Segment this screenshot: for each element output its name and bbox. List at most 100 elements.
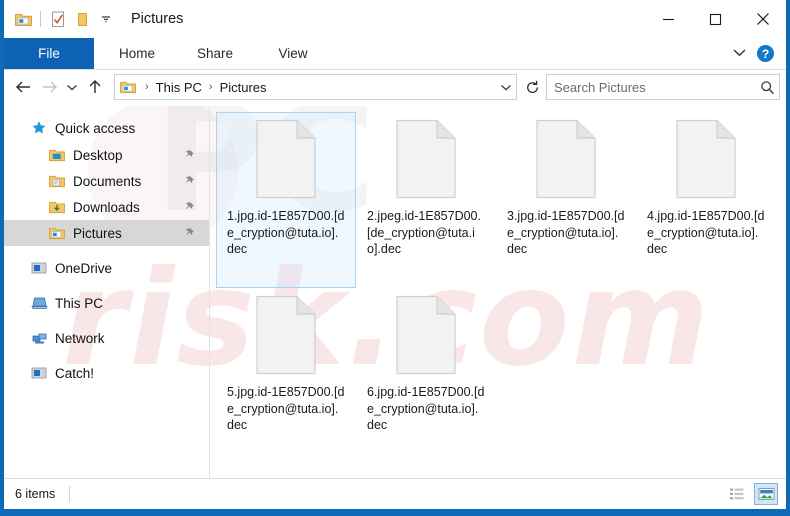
file-name: 4.jpg.id-1E857D00.[de_cryption@tuta.io].…	[647, 209, 765, 256]
file-name: 1.jpg.id-1E857D00.[de_cryption@tuta.io].…	[227, 209, 345, 256]
details-view-button[interactable]	[725, 483, 749, 505]
onedrive-icon	[30, 259, 48, 277]
sidebar-item-downloads[interactable]: Downloads	[4, 194, 209, 220]
properties-icon[interactable]	[47, 8, 69, 30]
up-button[interactable]	[82, 74, 108, 100]
tab-file[interactable]: File	[4, 38, 94, 69]
pin-icon[interactable]	[183, 149, 195, 161]
sidebar-item-label: This PC	[55, 295, 104, 311]
blank-document-icon	[535, 119, 597, 199]
breadcrumb[interactable]: › This PC › Pictures	[114, 74, 517, 100]
new-folder-icon[interactable]	[71, 8, 93, 30]
folder-downloads-icon	[48, 198, 66, 216]
file-name: 3.jpg.id-1E857D00.[de_cryption@tuta.io].…	[507, 209, 625, 256]
sidebar-item-label: Catch!	[55, 365, 95, 381]
ribbon-collapse-button[interactable]	[732, 45, 747, 63]
breadcrumb-separator-0: ›	[145, 81, 149, 93]
window-title: Pictures	[131, 11, 184, 27]
item-count: 6 items	[15, 487, 56, 501]
pin-icon[interactable]	[183, 227, 195, 239]
refresh-button[interactable]	[521, 75, 543, 99]
close-button[interactable]	[739, 0, 786, 38]
search-icon[interactable]	[755, 80, 779, 95]
file-item[interactable]: 4.jpg.id-1E857D00.[de_cryption@tuta.io].…	[636, 112, 776, 288]
sidebar-item-onedrive[interactable]: OneDrive	[4, 255, 209, 281]
file-item[interactable]: 1.jpg.id-1E857D00.[de_cryption@tuta.io].…	[216, 112, 356, 288]
file-item[interactable]: 6.jpg.id-1E857D00.[de_cryption@tuta.io].…	[356, 288, 496, 464]
window-inner: Pictures File Home Share View ? › This P…	[4, 0, 786, 509]
file-item[interactable]: 2.jpeg.id-1E857D00.[de_cryption@tuta.io]…	[356, 112, 496, 288]
drive-icon	[30, 364, 48, 382]
sidebar-item-quick-access[interactable]: Quick access	[4, 115, 209, 141]
folder-pictures-icon	[48, 224, 66, 242]
explorer-body: Quick access Desktop Documents Downloads…	[4, 106, 786, 478]
sidebar-item-label: Documents	[73, 173, 142, 189]
file-item[interactable]: 5.jpg.id-1E857D00.[de_cryption@tuta.io].…	[216, 288, 356, 464]
file-grid: 1.jpg.id-1E857D00.[de_cryption@tuta.io].…	[216, 112, 786, 464]
chevron-down-icon[interactable]	[95, 8, 117, 30]
title-bar: Pictures	[4, 0, 786, 38]
sidebar-item-label: Downloads	[73, 199, 140, 215]
blank-document-icon	[255, 119, 317, 199]
pin-icon[interactable]	[183, 175, 195, 187]
sidebar-item-label: Quick access	[55, 120, 136, 136]
search-input[interactable]	[547, 78, 755, 96]
ribbon-tab-bar: File Home Share View ?	[4, 38, 786, 70]
sidebar-item-label: Network	[55, 330, 105, 346]
status-separator	[69, 486, 71, 502]
sidebar-item-label: Pictures	[73, 225, 122, 241]
sidebar-item-catch[interactable]: Catch!	[4, 360, 209, 386]
blank-document-icon	[395, 119, 457, 199]
sidebar-item-label: Desktop	[73, 147, 123, 163]
recent-locations-button[interactable]	[62, 74, 82, 100]
breadcrumb-dropdown-icon[interactable]	[496, 83, 516, 92]
sidebar-item-label: OneDrive	[55, 260, 113, 276]
sidebar-item-desktop[interactable]: Desktop	[4, 142, 209, 168]
breadcrumb-item-this-pc[interactable]: This PC	[153, 80, 205, 95]
file-list-view[interactable]: 1.jpg.id-1E857D00.[de_cryption@tuta.io].…	[210, 106, 786, 478]
file-item[interactable]: 3.jpg.id-1E857D00.[de_cryption@tuta.io].…	[496, 112, 636, 288]
view-toggle-group	[725, 483, 778, 505]
sidebar-item-network[interactable]: Network	[4, 325, 209, 351]
blank-document-icon	[255, 295, 317, 375]
window-controls	[645, 0, 786, 38]
explorer-window: Pictures File Home Share View ? › This P…	[0, 0, 790, 516]
large-icons-view-button[interactable]	[754, 483, 778, 505]
navigation-pane: Quick access Desktop Documents Downloads…	[4, 106, 210, 478]
quick-access-toolbar	[4, 8, 117, 30]
file-name: 5.jpg.id-1E857D00.[de_cryption@tuta.io].…	[227, 385, 345, 432]
sidebar-item-this-pc[interactable]: This PC	[4, 290, 209, 316]
tab-share[interactable]: Share	[176, 38, 254, 69]
folder-desktop-icon	[48, 146, 66, 164]
blank-document-icon	[675, 119, 737, 199]
forward-button[interactable]	[36, 74, 62, 100]
this-pc-icon	[30, 294, 48, 312]
sidebar-item-documents[interactable]: Documents	[4, 168, 209, 194]
folder-documents-icon	[48, 172, 66, 190]
address-bar: › This PC › Pictures	[4, 70, 786, 106]
folder-icon[interactable]	[12, 8, 34, 30]
file-name: 6.jpg.id-1E857D00.[de_cryption@tuta.io].…	[367, 385, 485, 432]
file-name: 2.jpeg.id-1E857D00.[de_cryption@tuta.io]…	[367, 209, 481, 256]
status-bar: 6 items	[4, 478, 786, 509]
minimize-button[interactable]	[645, 0, 692, 38]
sidebar-item-pictures[interactable]: Pictures	[4, 220, 209, 246]
breadcrumb-separator-1: ›	[208, 81, 213, 93]
tab-view[interactable]: View	[254, 38, 332, 69]
toolbar-separator	[40, 11, 41, 27]
search-box[interactable]	[546, 74, 780, 100]
tab-home[interactable]: Home	[98, 38, 176, 69]
ribbon-right-controls: ?	[732, 38, 782, 69]
help-icon[interactable]: ?	[757, 45, 774, 62]
network-icon	[30, 329, 48, 347]
blank-document-icon	[395, 295, 457, 375]
back-button[interactable]	[10, 74, 36, 100]
maximize-button[interactable]	[692, 0, 739, 38]
pin-icon[interactable]	[183, 201, 195, 213]
breadcrumb-item-pictures[interactable]: Pictures	[217, 80, 270, 95]
star-icon	[30, 119, 48, 137]
